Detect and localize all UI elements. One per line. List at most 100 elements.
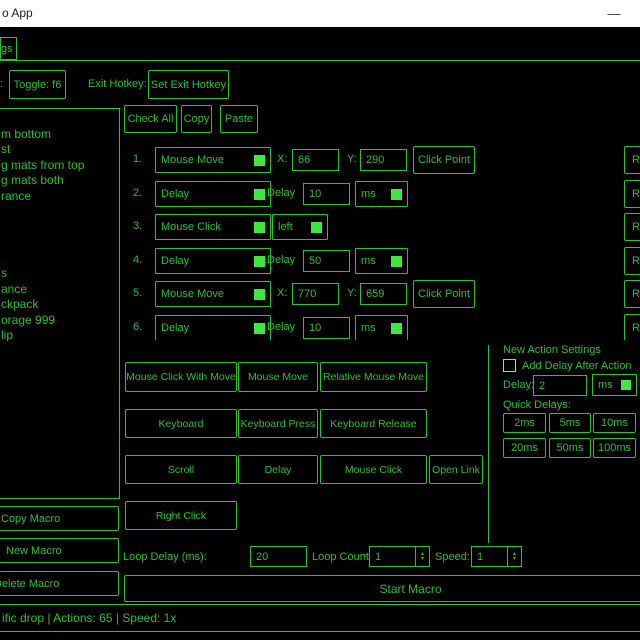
settings-unit-dropdown[interactable]: ms <box>592 374 637 396</box>
start-macro-button[interactable]: Start Macro <box>124 575 640 602</box>
list-item[interactable] <box>1 204 119 220</box>
tab-strip-divider <box>0 60 640 61</box>
remove-action-button[interactable]: R <box>624 314 640 340</box>
speed-value: 1 <box>472 547 507 566</box>
add-delay-button[interactable]: Delay <box>238 455 318 484</box>
quick-delay-20ms-button[interactable]: 20ms <box>503 438 546 458</box>
delay-input[interactable]: 10 <box>303 317 350 339</box>
quick-delay-5ms-button[interactable]: 5ms <box>549 413 591 433</box>
tab-settings[interactable]: gs <box>0 37 17 60</box>
y-input[interactable]: 659 <box>360 283 407 305</box>
action-number: 1. <box>133 153 142 165</box>
minimize-button[interactable]: — <box>600 0 628 27</box>
new-macro-button[interactable]: New Macro <box>0 538 119 563</box>
paste-button[interactable]: Paste <box>220 105 258 133</box>
stepper-arrows-icon[interactable]: ▲▼ <box>415 547 429 566</box>
delay-input[interactable]: 50 <box>303 250 350 272</box>
list-item[interactable] <box>1 111 119 127</box>
add-open-link-button[interactable]: Open Link <box>429 455 483 484</box>
exit-hotkey-label: Exit Hotkey: <box>88 78 147 90</box>
macro-listbox[interactable]: m bottom st g mats from top g mats both … <box>0 108 120 499</box>
remove-action-button[interactable]: R <box>624 146 640 174</box>
action-type-dropdown[interactable]: Delay <box>155 181 271 207</box>
list-item[interactable]: ance <box>1 282 119 298</box>
add-relative-mouse-move-button[interactable]: Relative Mouse Move <box>320 362 427 392</box>
add-mouse-move-button[interactable]: Mouse Move <box>238 362 318 392</box>
check-all-button[interactable]: Check All <box>124 105 177 133</box>
remove-action-button[interactable]: R <box>624 180 640 208</box>
delay-input[interactable]: 10 <box>303 183 350 205</box>
quick-delay-10ms-button[interactable]: 10ms <box>593 413 636 433</box>
x-input[interactable]: 66 <box>292 149 339 171</box>
unit-dropdown[interactable]: ms <box>355 315 408 340</box>
list-item[interactable]: ckpack <box>1 297 119 313</box>
set-exit-hotkey-button[interactable]: Set Exit Hotkey <box>148 70 229 99</box>
remove-action-button[interactable]: R <box>624 247 640 275</box>
settings-delay-input[interactable]: 2 <box>533 375 587 396</box>
list-item[interactable] <box>1 235 119 251</box>
add-keyboard-button[interactable]: Keyboard <box>125 409 237 438</box>
remove-action-button[interactable]: R <box>624 213 640 241</box>
click-point-button[interactable]: Click Point <box>413 146 475 174</box>
action-type-dropdown[interactable]: Delay <box>155 315 271 340</box>
window-title: o App <box>2 6 33 20</box>
click-point-button[interactable]: Click Point <box>413 280 475 308</box>
add-keyboard-press-button[interactable]: Keyboard Press <box>238 409 318 438</box>
action-type-dropdown[interactable]: Mouse Move <box>155 281 271 307</box>
quick-delay-2ms-button[interactable]: 2ms <box>503 413 546 433</box>
loop-delay-input[interactable]: 20 <box>250 546 307 567</box>
add-mouse-click-button[interactable]: Mouse Click <box>320 455 427 484</box>
unit-dropdown[interactable]: ms <box>355 181 408 207</box>
list-item[interactable] <box>1 251 119 267</box>
loop-count-stepper[interactable]: 1 ▲▼ <box>369 546 430 567</box>
list-item[interactable] <box>1 220 119 236</box>
list-item[interactable]: s <box>1 266 119 282</box>
add-mouse-click-with-move-button[interactable]: Mouse Click With Move <box>125 362 237 392</box>
dropdown-square-icon <box>254 189 265 200</box>
dropdown-square-icon <box>391 323 402 334</box>
remove-action-button[interactable]: R <box>624 280 640 308</box>
delay-label: Delay <box>267 187 295 199</box>
action-type-dropdown[interactable]: Mouse Move <box>155 147 271 173</box>
action-number: 3. <box>133 220 142 232</box>
mouse-button-dropdown[interactable]: left <box>272 214 328 240</box>
list-item[interactable]: m bottom <box>1 127 119 143</box>
settings-unit-value: ms <box>598 379 613 391</box>
speed-stepper[interactable]: 1 ▲▼ <box>471 546 522 567</box>
list-item[interactable]: lip <box>1 328 119 344</box>
delay-label: Delay <box>267 254 295 266</box>
action-number: 2. <box>133 187 142 199</box>
quick-delay-100ms-button[interactable]: 100ms <box>593 438 636 458</box>
action-number: 4. <box>133 254 142 266</box>
add-right-click-button[interactable]: Right Click <box>125 501 237 530</box>
add-delay-checkbox[interactable] <box>503 359 516 372</box>
loop-delay-label: Loop Delay (ms): <box>123 551 207 563</box>
add-keyboard-release-button[interactable]: Keyboard Release <box>320 409 427 438</box>
action-type-dropdown[interactable]: Mouse Click <box>155 214 271 240</box>
action-number: 5. <box>133 287 142 299</box>
unit-dropdown[interactable]: ms <box>355 248 408 274</box>
stepper-arrows-icon[interactable]: ▲▼ <box>507 547 521 566</box>
action-type-value: Delay <box>161 188 189 200</box>
list-item[interactable]: st <box>1 142 119 158</box>
copy-button[interactable]: Copy <box>181 105 212 133</box>
list-item[interactable]: g mats both <box>1 173 119 189</box>
action-type-dropdown[interactable]: Delay <box>155 248 271 274</box>
list-item[interactable]: rance <box>1 189 119 205</box>
toggle-hotkey-button[interactable]: Toggle: f6 <box>9 70 66 99</box>
title-bar: o App — <box>0 0 640 27</box>
add-scroll-button[interactable]: Scroll <box>125 455 237 484</box>
x-input[interactable]: 770 <box>292 283 339 305</box>
list-item[interactable]: orage 999 <box>1 313 119 329</box>
list-item[interactable]: g mats from top <box>1 158 119 174</box>
settings-delay-label: Delay: <box>503 379 534 391</box>
action-type-value: Delay <box>161 255 189 267</box>
quick-delay-50ms-button[interactable]: 50ms <box>549 438 591 458</box>
loop-count-value: 1 <box>370 547 415 566</box>
delete-macro-button[interactable]: Delete Macro <box>0 571 119 596</box>
y-input[interactable]: 290 <box>360 149 407 171</box>
unit-value: ms <box>361 322 376 334</box>
unit-value: ms <box>361 188 376 200</box>
copy-macro-button[interactable]: Copy Macro <box>0 506 119 531</box>
dropdown-square-icon <box>311 222 322 233</box>
